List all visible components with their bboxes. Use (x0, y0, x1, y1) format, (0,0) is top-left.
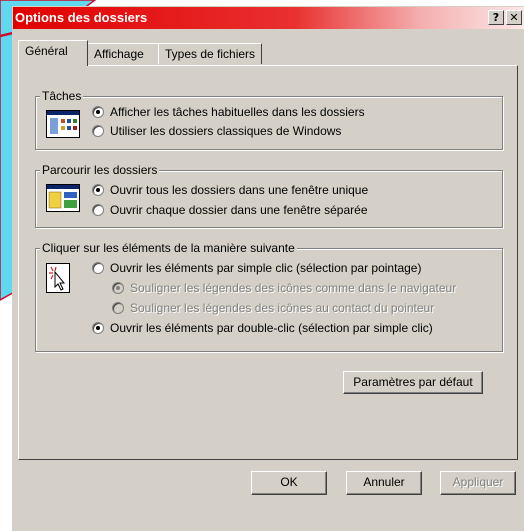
radio-classic-folders[interactable]: Utiliser les dossiers classiques de Wind… (92, 124, 341, 138)
radio-underline-browser: Souligner les légendes des icônes comme … (112, 281, 456, 295)
close-button[interactable]: ✕ (506, 10, 522, 25)
tab-types-label: Types de fichiers (165, 47, 256, 61)
tab-general-label: Général (25, 44, 68, 58)
radio-classic-folders-button[interactable] (92, 125, 104, 137)
radio-underline-browser-button (112, 282, 124, 294)
window-title: Options des dossiers (15, 10, 148, 25)
group-cliquer-title: Cliquer sur les éléments de la manière s… (40, 241, 297, 255)
radio-underline-hover-button (112, 302, 124, 314)
apply-button[interactable]: Appliquer (440, 471, 516, 495)
radio-double-click-button[interactable] (92, 322, 104, 334)
radio-double-click[interactable]: Ouvrir les éléments par double-clic (sél… (92, 321, 433, 335)
radio-separate-window[interactable]: Ouvrir chaque dossier dans une fenêtre s… (92, 203, 368, 217)
radio-separate-window-button[interactable] (92, 204, 104, 216)
radio-single-click-button[interactable] (92, 262, 104, 274)
radio-show-tasks-label: Afficher les tâches habituelles dans les… (110, 105, 365, 119)
radio-underline-hover-label: Souligner les légendes des icônes au con… (130, 301, 435, 315)
tab-affichage-label: Affichage (94, 47, 144, 61)
radio-show-tasks-button[interactable] (92, 106, 104, 118)
group-taches-title: Tâches (40, 89, 84, 103)
radio-single-click-label: Ouvrir les éléments par simple clic (sél… (110, 261, 422, 275)
browse-window-icon (46, 184, 80, 212)
tab-affichage[interactable]: Affichage (87, 43, 159, 64)
radio-same-window-label: Ouvrir tous les dossiers dans une fenêtr… (110, 183, 369, 197)
radio-classic-folders-label: Utiliser les dossiers classiques de Wind… (110, 124, 342, 138)
folder-options-dialog: Options des dossiers ? ✕ Général Afficha… (12, 6, 524, 531)
tab-types-de-fichiers[interactable]: Types de fichiers (158, 43, 262, 64)
radio-double-click-label: Ouvrir les éléments par double-clic (sél… (110, 321, 433, 335)
restore-defaults-button[interactable]: Paramètres par défaut (343, 371, 483, 394)
ok-button[interactable]: OK (251, 471, 327, 495)
radio-separate-window-label: Ouvrir chaque dossier dans une fenêtre s… (110, 203, 368, 217)
tab-general[interactable]: Général (18, 40, 88, 66)
group-parcourir: Parcourir les dossiers Ouvrir tous les d… (35, 163, 503, 228)
radio-same-window[interactable]: Ouvrir tous les dossiers dans une fenêtr… (92, 183, 368, 197)
radio-show-tasks[interactable]: Afficher les tâches habituelles dans les… (92, 105, 365, 119)
group-parcourir-title: Parcourir les dossiers (40, 163, 160, 177)
radio-same-window-button[interactable] (92, 184, 104, 196)
general-tab-panel: Tâches Afficher les tâches habituelles d… (18, 65, 518, 460)
title-bar: Options des dossiers ? ✕ (13, 7, 524, 29)
radio-single-click[interactable]: Ouvrir les éléments par simple clic (sél… (92, 261, 421, 275)
help-button[interactable]: ? (488, 10, 504, 25)
group-cliquer: Cliquer sur les éléments de la manière s… (35, 241, 503, 352)
click-cursor-icon (46, 263, 70, 293)
tasks-folder-icon (46, 110, 80, 138)
group-taches: Tâches Afficher les tâches habituelles d… (35, 89, 503, 150)
radio-underline-hover: Souligner les légendes des icônes au con… (112, 301, 434, 315)
cancel-button[interactable]: Annuler (346, 471, 422, 495)
radio-underline-browser-label: Souligner les légendes des icônes comme … (130, 281, 457, 295)
